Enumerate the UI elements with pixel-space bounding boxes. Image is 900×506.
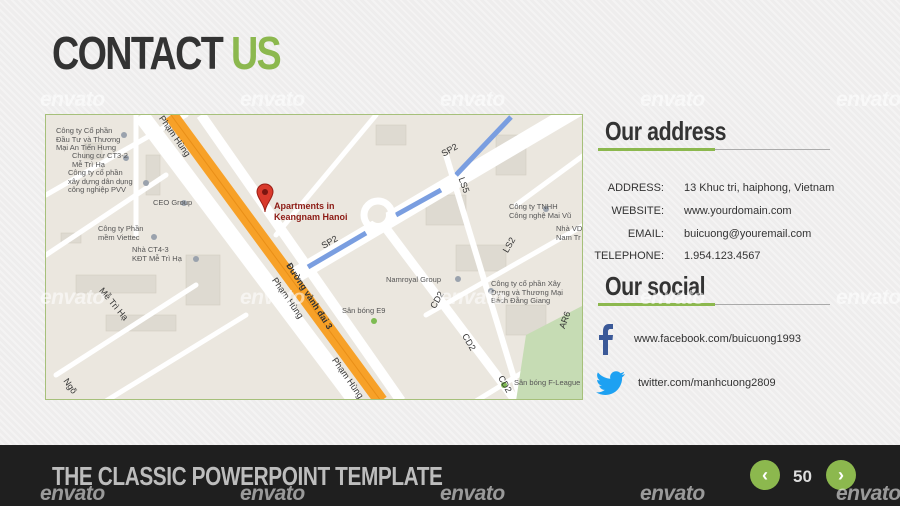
facebook-link[interactable]: www.facebook.com/buicuong1993 [634, 333, 801, 345]
website-label: WEBSITE: [611, 205, 664, 217]
map-place-label: Công ty Phần mềm Viettec [98, 224, 144, 242]
map-place-label: Sân bóng E9 [342, 306, 386, 315]
page-number: 50 [793, 467, 812, 486]
page-title-word2: US [230, 27, 282, 79]
map-pin-label: Apartments in Keangnam Hanoi [274, 201, 348, 222]
email-link[interactable]: buicuong@youremail.com [684, 228, 811, 240]
watermark: envato [40, 88, 105, 111]
prev-slide-button[interactable]: ‹ [750, 460, 780, 490]
footer-title: THE CLASSIC POWERPOINT TEMPLATE [52, 461, 443, 491]
email-label: EMAIL: [627, 228, 664, 240]
telephone-value: 1.954.123.4567 [684, 250, 761, 262]
address-value: 13 Khuc tri, haiphong, Vietnam [684, 182, 835, 194]
watermark: envato [240, 88, 305, 111]
map-place-label: Namroyal Group [386, 275, 442, 284]
email-row: EMAIL: buicuong@youremail.com [580, 228, 811, 240]
social-divider-accent [598, 303, 715, 306]
page-title: CONTACT US [52, 27, 282, 79]
map-place-label: Công ty Cổ phần Đầu Tư và Thương Mại An Ti… [56, 126, 121, 153]
telephone-label: TELEPHONE: [594, 250, 664, 262]
social-heading: Our social [605, 271, 706, 301]
watermark: envato [640, 88, 705, 111]
address-label: ADDRESS: [607, 182, 664, 194]
website-link[interactable]: www.yourdomain.com [684, 205, 792, 217]
map-panel[interactable]: Công ty Cổ phần Đầu Tư và Thương Mại An Ti… [45, 114, 583, 400]
address-heading: Our address [605, 116, 727, 146]
map-pin-icon[interactable] [256, 183, 274, 213]
map-place-label: Sân bóng F-League [514, 378, 581, 387]
page-title-word1: CONTACT [52, 27, 224, 79]
map-place-label: Công ty cổ phần Xây Dựng và Thương Mại Bác… [491, 279, 563, 306]
next-slide-button[interactable]: › [826, 460, 856, 490]
website-row: WEBSITE: www.yourdomain.com [580, 205, 792, 217]
chevron-right-icon: › [838, 464, 844, 485]
twitter-icon[interactable] [596, 370, 626, 396]
watermark: envato [836, 88, 900, 111]
watermark: envato [836, 286, 900, 309]
watermark: envato [440, 88, 505, 111]
address-row: ADDRESS: 13 Khuc tri, haiphong, Vietnam [580, 182, 834, 194]
facebook-row[interactable]: www.facebook.com/buicuong1993 [596, 322, 801, 356]
footer-bar: THE CLASSIC POWERPOINT TEMPLATE ‹ 50 › [0, 445, 900, 506]
twitter-row[interactable]: twitter.com/manhcuong2809 [596, 370, 776, 396]
map-place-label: Công ty cổ phần xây dựng dân dụng công ngh… [68, 168, 133, 195]
chevron-left-icon: ‹ [762, 464, 768, 485]
telephone-row: TELEPHONE: 1.954.123.4567 [580, 250, 760, 262]
map-place-label: Nhà CT4-3 KĐT Mễ Trì Hạ [132, 245, 182, 263]
map-place-label: CEO Group [153, 198, 193, 207]
map-place-label: Chung cư CT3-2 Mễ Trì Hạ [72, 151, 128, 169]
map-place-label: Nhà VD BéNam Tr [556, 224, 583, 242]
twitter-link[interactable]: twitter.com/manhcuong2809 [638, 377, 776, 389]
facebook-icon[interactable] [596, 322, 622, 356]
map-place-label: Công ty TNHH Công nghệ Mai Vũ [509, 202, 572, 220]
address-divider-accent [598, 148, 715, 151]
